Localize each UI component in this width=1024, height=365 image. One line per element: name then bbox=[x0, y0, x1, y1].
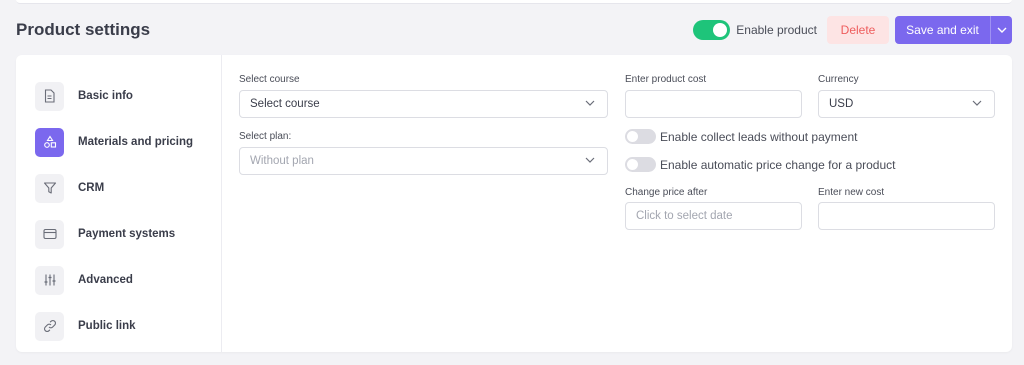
chevron-down-icon bbox=[585, 157, 595, 163]
page-header: Product settings Enable product Delete S… bbox=[16, 15, 1012, 45]
sidebar-item-label: Advanced bbox=[78, 274, 133, 286]
chevron-down-icon bbox=[585, 100, 595, 106]
header-actions: Enable product Delete Save and exit bbox=[693, 16, 1012, 44]
sidebar-item-basic-info[interactable]: Basic info bbox=[16, 73, 221, 119]
select-course-label: Select course bbox=[239, 74, 300, 85]
sidebar-item-payment-systems[interactable]: Payment systems bbox=[16, 211, 221, 257]
change-price-date-placeholder: Click to select date bbox=[636, 210, 733, 222]
new-cost-input[interactable] bbox=[818, 202, 995, 230]
enable-product-label: Enable product bbox=[736, 23, 817, 37]
sidebar-item-advanced[interactable]: Advanced bbox=[16, 257, 221, 303]
save-options-dropdown-button[interactable] bbox=[990, 16, 1012, 44]
settings-card: Basic info Materials and pricing CRM Pay… bbox=[16, 55, 1012, 352]
currency-label: Currency bbox=[818, 74, 859, 85]
chevron-down-icon bbox=[972, 100, 982, 106]
sidebar-item-label: Basic info bbox=[78, 90, 133, 102]
sliders-icon bbox=[35, 265, 64, 295]
currency-select[interactable]: USD bbox=[818, 90, 995, 118]
product-cost-label: Enter product cost bbox=[625, 74, 707, 85]
new-cost-label: Enter new cost bbox=[818, 187, 885, 198]
select-course-value: Select course bbox=[250, 98, 320, 110]
funnel-icon bbox=[35, 173, 64, 203]
select-plan-dropdown[interactable]: Without plan bbox=[239, 147, 608, 175]
delete-button[interactable]: Delete bbox=[827, 16, 889, 44]
top-panel-edge bbox=[16, 0, 1012, 4]
product-cost-input[interactable] bbox=[625, 90, 802, 118]
sidebar-item-label: Materials and pricing bbox=[78, 136, 194, 148]
sidebar-item-public-link[interactable]: Public link bbox=[16, 303, 221, 349]
credit-card-icon bbox=[35, 219, 64, 249]
select-plan-label: Select plan: bbox=[239, 131, 292, 142]
auto-price-change-row: Enable automatic price change for a prod… bbox=[625, 157, 895, 172]
collect-leads-label: Enable collect leads without payment bbox=[660, 129, 858, 144]
chevron-down-icon bbox=[997, 27, 1006, 33]
link-icon bbox=[35, 311, 64, 341]
document-icon bbox=[35, 81, 64, 111]
collect-leads-row: Enable collect leads without payment bbox=[625, 129, 857, 144]
shapes-icon bbox=[35, 127, 64, 157]
toggle-knob bbox=[627, 159, 638, 170]
toggle-knob bbox=[627, 131, 638, 142]
currency-value: USD bbox=[829, 98, 854, 110]
sidebar-item-label: Payment systems bbox=[78, 228, 176, 240]
sidebar-item-label: CRM bbox=[78, 182, 105, 194]
page-title: Product settings bbox=[16, 20, 151, 39]
sidebar-item-label: Public link bbox=[78, 320, 136, 332]
sidebar-item-crm[interactable]: CRM bbox=[16, 165, 221, 211]
enable-product-toggle[interactable] bbox=[693, 20, 731, 40]
settings-sidebar: Basic info Materials and pricing CRM Pay… bbox=[16, 55, 222, 352]
toggle-knob bbox=[713, 23, 728, 37]
save-and-exit-button[interactable]: Save and exit bbox=[895, 16, 990, 44]
auto-price-change-toggle[interactable] bbox=[625, 157, 656, 172]
sidebar-item-materials-and-pricing[interactable]: Materials and pricing bbox=[16, 119, 221, 165]
change-price-after-label: Change price after bbox=[625, 187, 708, 198]
auto-price-change-label: Enable automatic price change for a prod… bbox=[660, 157, 896, 172]
change-price-date-input[interactable]: Click to select date bbox=[625, 202, 802, 230]
collect-leads-toggle[interactable] bbox=[625, 129, 656, 144]
select-course-dropdown[interactable]: Select course bbox=[239, 90, 608, 118]
select-plan-placeholder: Without plan bbox=[250, 155, 314, 167]
